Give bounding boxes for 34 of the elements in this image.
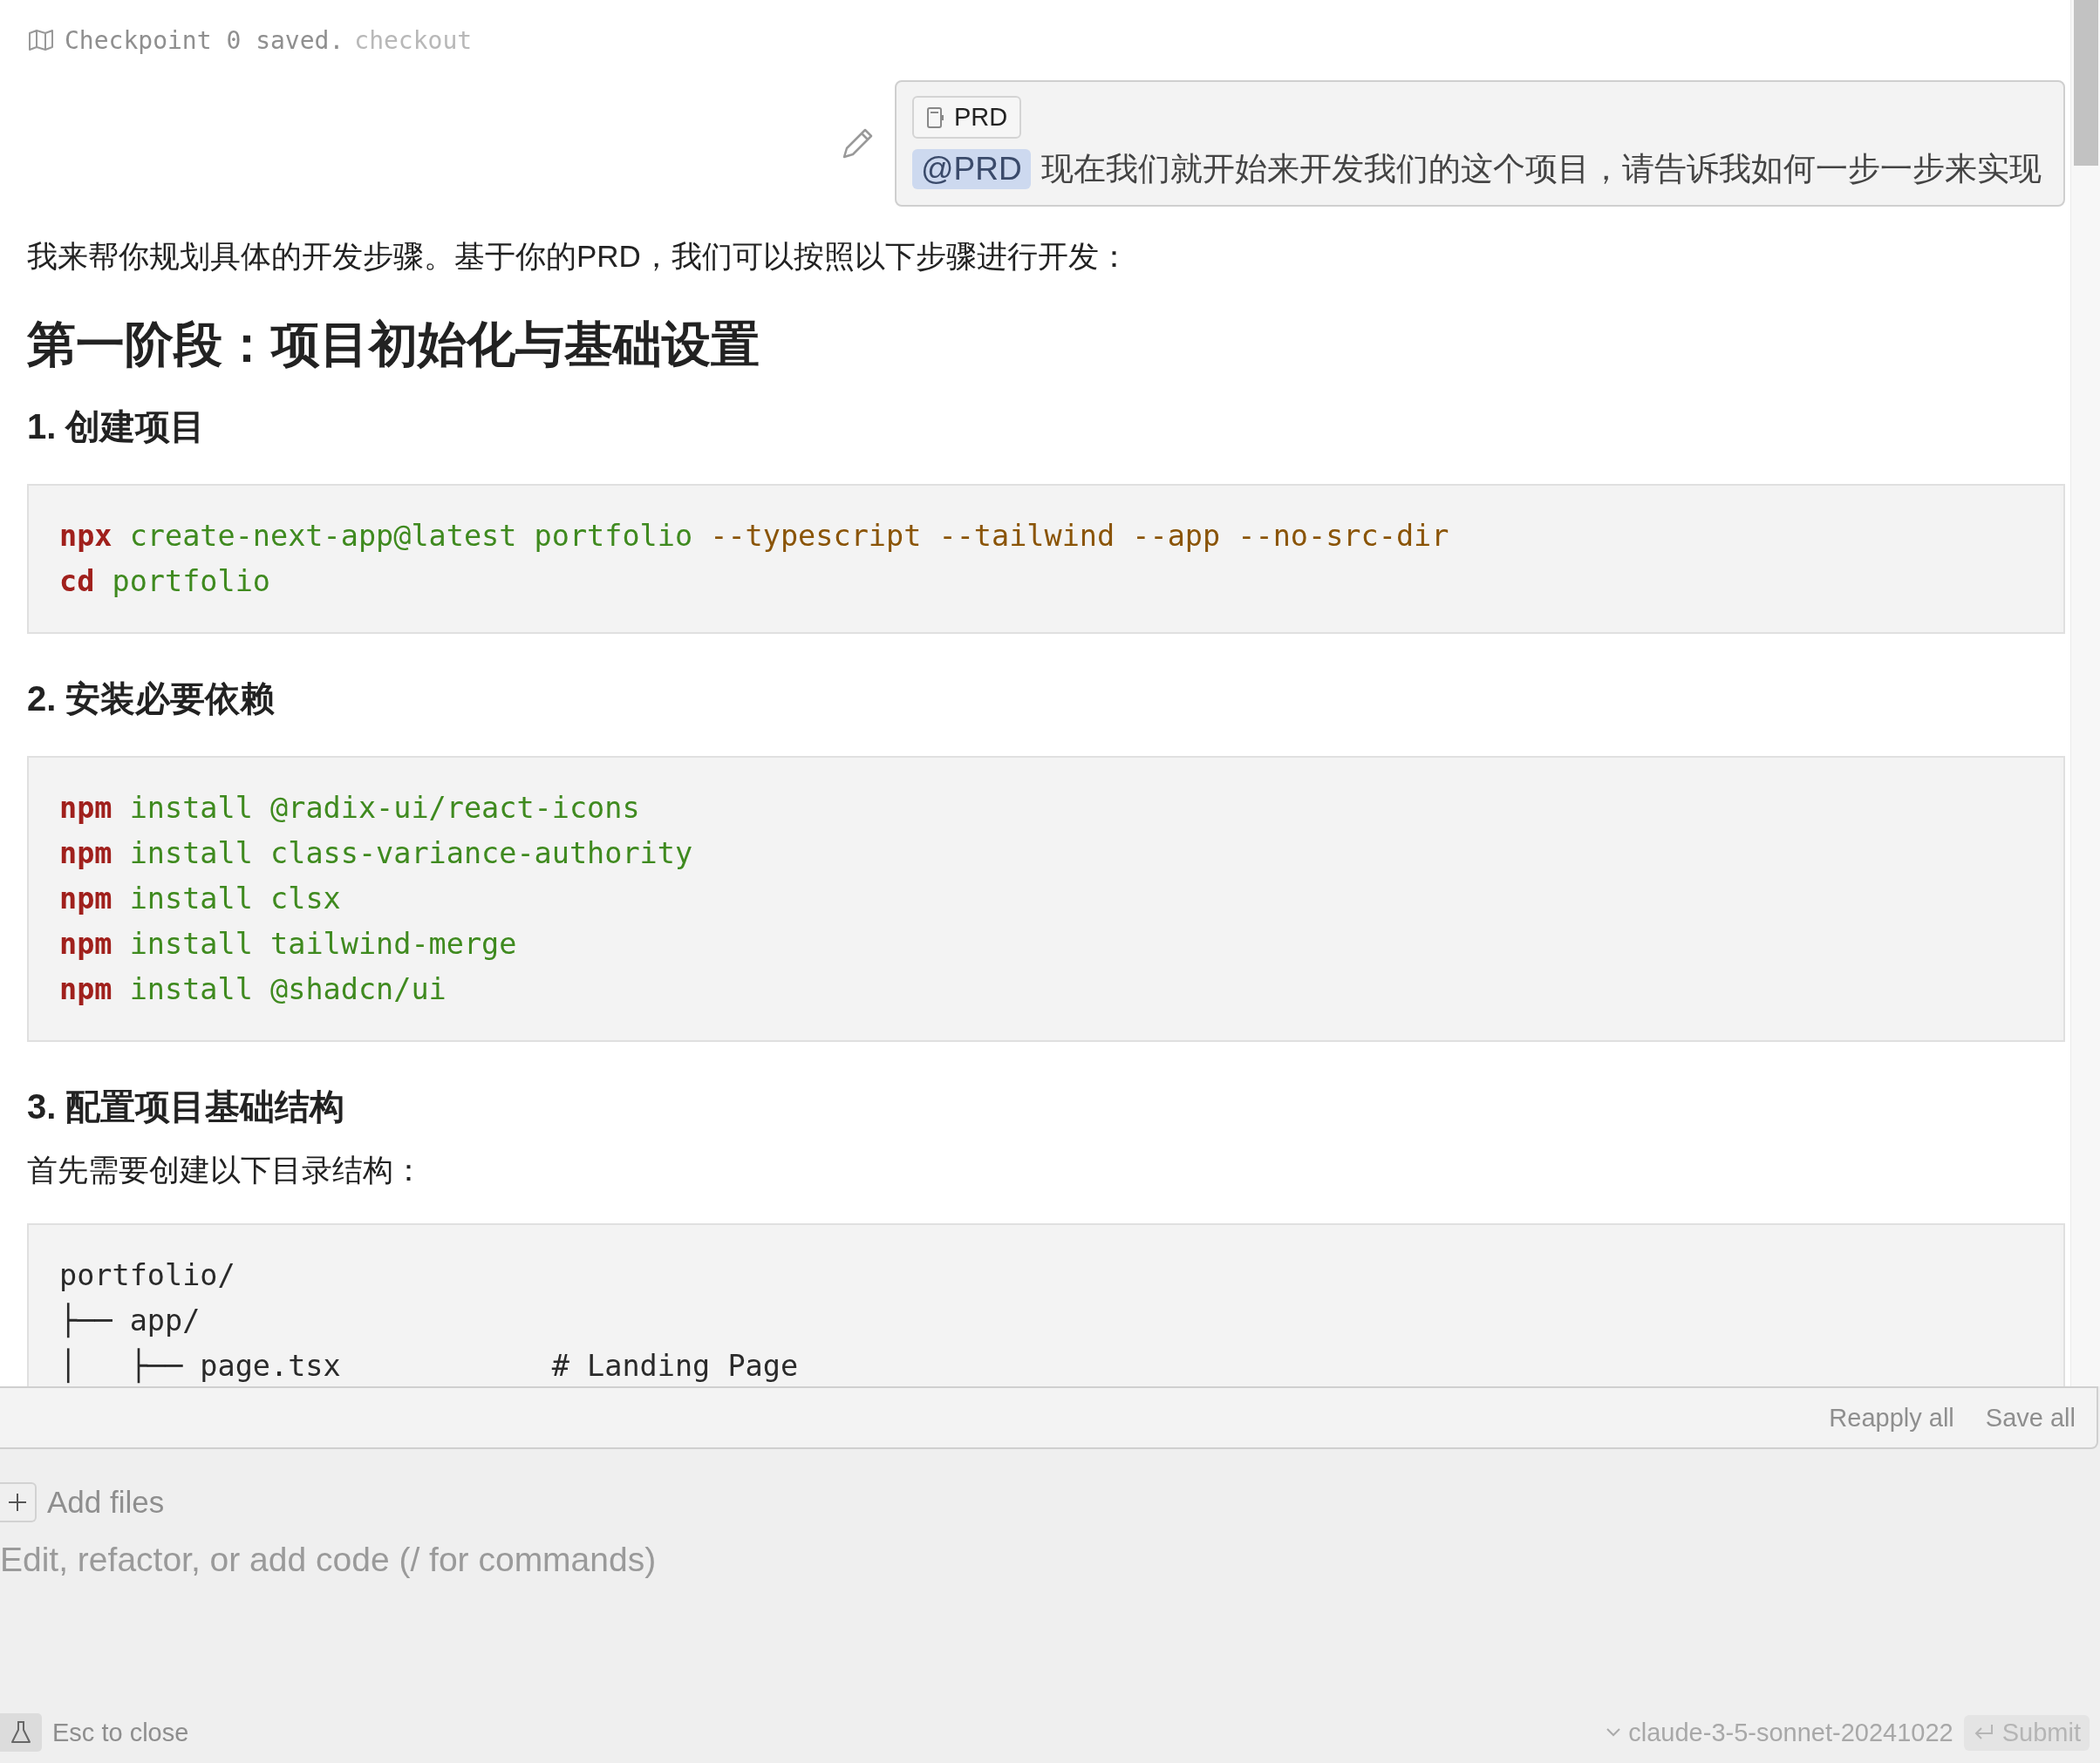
chevron-down-icon xyxy=(1606,1727,1622,1738)
model-selector[interactable]: claude-3-5-sonnet-20241022 xyxy=(1606,1718,1953,1747)
attachment-chip[interactable]: PRD xyxy=(912,96,1022,139)
code-line: ├── app/ xyxy=(59,1302,201,1340)
flask-icon xyxy=(10,1720,31,1745)
code-line: cd portfolio xyxy=(59,563,271,600)
plus-icon xyxy=(8,1493,27,1512)
code-line: npm install @shadcn/ui xyxy=(59,971,447,1008)
document-icon xyxy=(926,106,945,129)
response-paragraph: 首先需要创建以下目录结构： xyxy=(27,1152,425,1188)
prompt-input[interactable]: Edit, refactor, or add code (/ for commands) xyxy=(0,1538,1221,1582)
checkpoint-status: Checkpoint 0 saved. xyxy=(65,25,344,55)
action-link[interactable]: Save all xyxy=(1985,1403,2076,1433)
code-line: npm install @radix-ui/react-icons xyxy=(59,790,640,827)
step-heading: 3. 配置项目基础结构 xyxy=(27,1086,346,1127)
response-paragraph: 我来帮你规划具体的开发步骤。基于你的PRD，我们可以按照以下步骤进行开发： xyxy=(27,238,1130,275)
code-line: npm install class-variance-authority xyxy=(59,835,693,872)
mention-tag: @PRD xyxy=(912,149,1031,189)
step-heading: 2. 安装必要依赖 xyxy=(27,678,276,719)
action-link[interactable]: Reapply all xyxy=(1829,1403,1954,1433)
add-files-button[interactable] xyxy=(0,1482,37,1522)
code-line: npx create-next-app@latest portfolio --typescript --tailwind --app --no-src-dir xyxy=(59,518,1449,555)
add-files-label[interactable]: Add files xyxy=(47,1485,165,1520)
map-icon xyxy=(28,29,54,51)
code-line: portfolio/ xyxy=(59,1257,235,1294)
code-line: npm install tailwind-merge xyxy=(59,926,517,963)
flask-button[interactable] xyxy=(0,1713,42,1752)
message-text: 现在我们就开始来开发我们的这个项目，请告诉我如何一步一步来实现 xyxy=(1040,150,2042,188)
checkout-link[interactable]: checkout xyxy=(354,25,473,55)
code-line: npm install clsx xyxy=(59,881,341,917)
close-hint: Esc to close xyxy=(52,1718,189,1747)
step-heading: 1. 创建项目 xyxy=(27,406,207,447)
code-line: │ ├── page.tsx # Landing Page xyxy=(59,1347,799,1385)
section-heading: 第一阶段：项目初始化与基础设置 xyxy=(27,316,760,373)
